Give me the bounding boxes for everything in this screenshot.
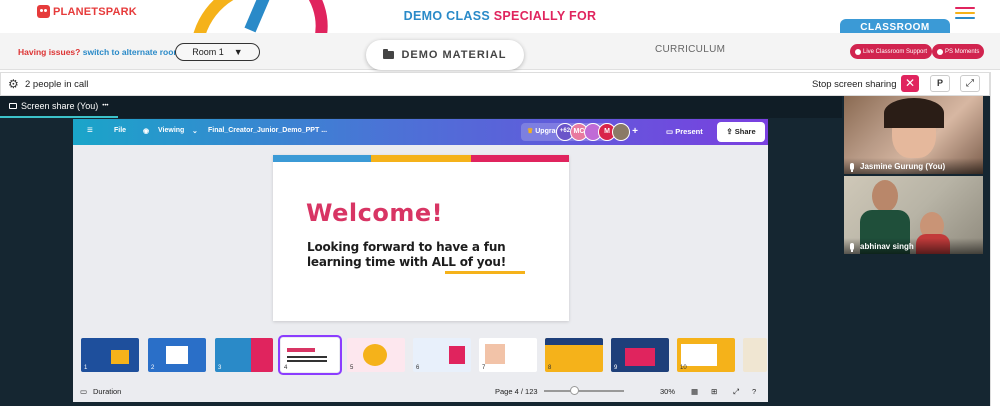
slide-thumbnail[interactable]: 1 (81, 338, 139, 372)
thumbnail-number: 10 (680, 365, 687, 371)
chevron-down-icon[interactable]: ⌄ (192, 127, 198, 135)
crown-icon: ♛ (527, 128, 534, 135)
slide-thumbnail[interactable]: 6 (413, 338, 471, 372)
screen-share-tab[interactable]: Screen share (You) ••• (0, 96, 118, 118)
share-icon: ⇪ (726, 127, 733, 136)
issues-text: Having issues? switch to alternate room (18, 47, 181, 57)
live-support-label: Live Classroom Support (863, 48, 928, 55)
hamburger-menu-icon[interactable] (955, 7, 975, 22)
present-label: Present (675, 127, 703, 136)
participant-label: abhinav singh (844, 238, 983, 254)
slide-thumbnail[interactable]: 3 (215, 338, 273, 372)
stop-screen-sharing-label: Stop screen sharing (812, 79, 897, 90)
present-icon: ▭ (666, 127, 674, 136)
thumbnail-number: 6 (416, 365, 420, 371)
zoom-level: 30% (660, 387, 676, 396)
folder-icon (383, 49, 395, 59)
thumbnail-number: 1 (84, 365, 88, 371)
demo-material-button[interactable]: DEMO MATERIAL (366, 40, 524, 70)
viewing-menu[interactable]: Viewing (158, 127, 184, 134)
participant-name: abhinav singh (860, 241, 914, 251)
slide-stripe-red (471, 155, 569, 162)
thumbnail-number: 9 (614, 365, 618, 371)
ps-moments-button[interactable]: PS Moments (932, 44, 985, 59)
fullscreen-icon[interactable]: ⤢ (733, 387, 739, 397)
current-slide[interactable]: Welcome! Looking forward to have a fun l… (273, 155, 569, 321)
thumbnail-number: 5 (350, 365, 354, 371)
title-part-1: DEMO CLASS (403, 9, 494, 23)
share-button[interactable]: ⇪ Share (717, 122, 765, 142)
slide-thumbnail[interactable]: 9 (611, 338, 669, 372)
slide-thumbnail[interactable]: 8 (545, 338, 603, 372)
switch-room-link[interactable]: switch to alternate room (83, 47, 181, 57)
thumbnail-number: 2 (151, 365, 155, 371)
slide-line-2: learning time with ALL of you! (307, 255, 507, 269)
share-label: Share (734, 127, 756, 136)
ps-moments-label: PS Moments (945, 48, 980, 55)
canva-toolbar: ≡ File ◉ Viewing ⌄ Final_Creator_Junior_… (73, 119, 768, 145)
slide-heading: Welcome! (306, 199, 444, 227)
app-root: PLANETSPARK DEMO CLASS SPECIALLY FOR CLA… (0, 0, 1000, 406)
live-support-button[interactable]: Live Classroom Support (850, 44, 933, 59)
slide-thumbnail[interactable]: 5 (347, 338, 405, 372)
zoom-slider-handle[interactable] (570, 386, 579, 395)
participant-hair (884, 98, 944, 128)
expand-icon[interactable]: ⤢ (960, 75, 980, 92)
slide-thumbnail[interactable]: 7 (479, 338, 537, 372)
issues-label: Having issues? (18, 47, 81, 57)
slide-thumbnail-selected[interactable]: 4 (278, 335, 342, 375)
p-button[interactable]: P (930, 75, 950, 92)
participant-label: Jasmine Gurung (You) (844, 158, 983, 174)
present-button[interactable]: ▭ Present (658, 123, 711, 141)
mic-icon (850, 162, 854, 172)
thumbnail-number: 8 (548, 365, 552, 371)
duration-button[interactable]: Duration (93, 387, 121, 396)
participant-name: Jasmine Gurung (You) (860, 161, 946, 171)
thumbnail-number: 7 (482, 365, 486, 371)
slide-thumbnail[interactable]: 10 (677, 338, 735, 372)
room-select[interactable]: Room 1 ▼ (175, 43, 260, 61)
canva-footer: ▭ Duration Page 4 / 123 30% ▦ ⊞ ⤢ ? (73, 380, 768, 402)
gear-icon[interactable]: ⚙ (8, 78, 19, 90)
help-icon[interactable]: ? (752, 387, 756, 396)
slide-thumbnail[interactable] (743, 338, 767, 372)
support-icon (855, 48, 861, 55)
eye-icon: ◉ (143, 128, 150, 135)
title-part-2: SPECIALLY FOR (493, 9, 597, 23)
grid-view-icon[interactable]: ▦ (691, 387, 698, 396)
thumbnail-number: 3 (218, 365, 222, 371)
thumbnail-number: 4 (284, 365, 288, 371)
thumbnails-view-icon[interactable]: ⊞ (711, 387, 717, 396)
room-select-value: Room 1 (192, 47, 224, 57)
more-options-icon[interactable]: ••• (102, 103, 108, 109)
document-title[interactable]: Final_Creator_Junior_Demo_PPT ... (208, 127, 327, 134)
chevron-down-icon: ▼ (233, 47, 243, 57)
participant-video[interactable]: abhinav singh (844, 176, 983, 254)
canva-menu-icon[interactable]: ≡ (87, 125, 93, 136)
page-indicator: Page 4 / 123 (495, 387, 538, 396)
slide-line-1: Looking forward to have a fun (307, 240, 506, 254)
people-count: 2 people in call (25, 79, 89, 90)
curriculum-tab[interactable]: CURRICULUM (655, 44, 725, 55)
mic-icon (850, 242, 854, 252)
collaborator-avatars[interactable]: +62 MC M + (556, 123, 644, 141)
participant-face (872, 180, 898, 212)
screen-share-label: Screen share (You) (21, 101, 99, 111)
camera-icon (937, 48, 943, 55)
slide-stripe-blue (273, 155, 371, 162)
zoom-slider-track[interactable] (544, 390, 624, 392)
stop-sharing-button[interactable]: ✕ (901, 75, 919, 92)
slide-thumbnail[interactable]: 2 (148, 338, 206, 372)
slide-underline (445, 271, 525, 274)
duration-icon[interactable]: ▭ (80, 387, 87, 396)
share-tab-bar (0, 96, 842, 118)
participant-video[interactable]: Jasmine Gurung (You) (844, 96, 983, 174)
demo-material-label: DEMO MATERIAL (401, 49, 507, 61)
add-collaborator-button[interactable]: + (626, 123, 644, 141)
file-menu[interactable]: File (114, 127, 126, 134)
slide-stripe-yellow (371, 155, 471, 162)
screen-share-icon (9, 103, 17, 109)
scrollbar[interactable] (990, 72, 1000, 406)
